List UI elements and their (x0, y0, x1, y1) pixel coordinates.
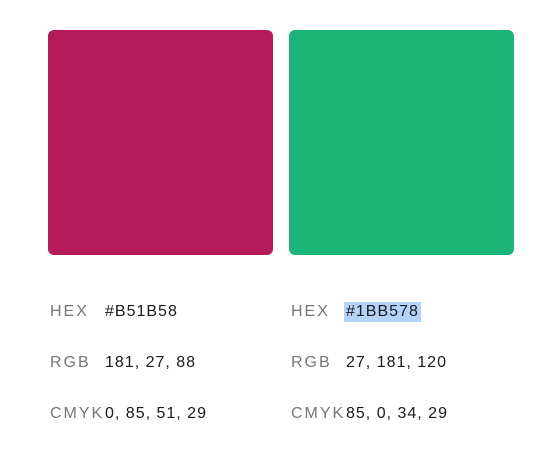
hex-label: HEX (291, 303, 330, 320)
rgb-row: RGB 27, 181, 120 (291, 349, 450, 377)
cmyk-label: CMYK (50, 405, 105, 422)
rgb-label: RGB (50, 354, 91, 371)
cmyk-label: CMYK (291, 405, 346, 422)
hex-value-selected[interactable]: #1BB578 (344, 302, 421, 322)
cmyk-value[interactable]: 85, 0, 34, 29 (344, 404, 450, 424)
hex-row: HEX #1BB578 (291, 298, 450, 326)
color-info-green: HEX #1BB578 RGB 27, 181, 120 CMYK 85, 0,… (291, 298, 450, 451)
hex-value[interactable]: #B51B58 (103, 302, 180, 322)
rgb-value[interactable]: 27, 181, 120 (344, 353, 449, 373)
color-info-crimson: HEX #B51B58 RGB 181, 27, 88 CMYK 0, 85, … (50, 298, 209, 451)
rgb-row: RGB 181, 27, 88 (50, 349, 209, 377)
cmyk-row: CMYK 0, 85, 51, 29 (50, 400, 209, 428)
hex-row: HEX #B51B58 (50, 298, 209, 326)
cmyk-value[interactable]: 0, 85, 51, 29 (103, 404, 209, 424)
cmyk-row: CMYK 85, 0, 34, 29 (291, 400, 450, 428)
hex-label: HEX (50, 303, 89, 320)
color-swatch-crimson[interactable] (48, 30, 273, 255)
rgb-value[interactable]: 181, 27, 88 (103, 353, 198, 373)
rgb-label: RGB (291, 354, 332, 371)
color-swatch-green[interactable] (289, 30, 514, 255)
